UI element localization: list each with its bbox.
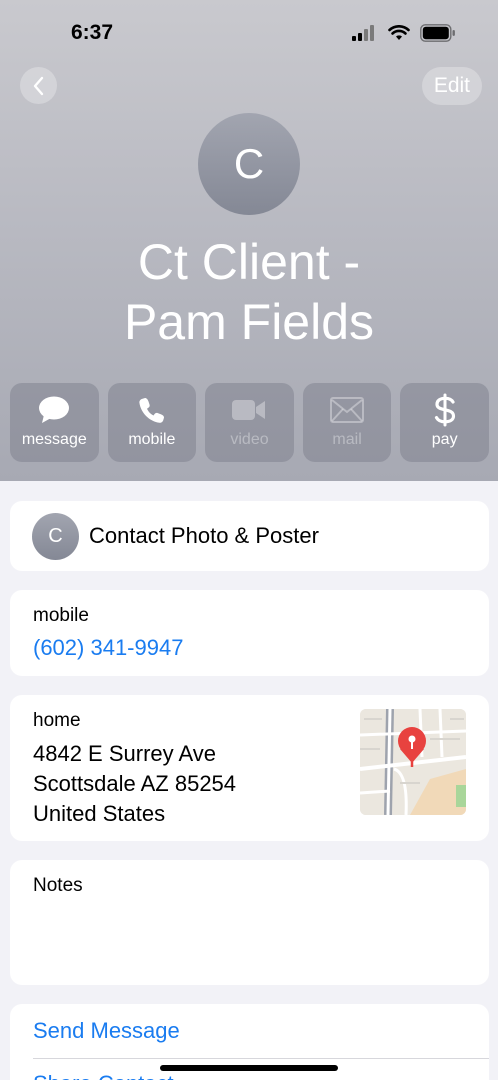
- battery-icon: [420, 24, 455, 42]
- video-action-button[interactable]: video: [205, 383, 294, 462]
- message-action-button[interactable]: message: [10, 383, 99, 462]
- notes-label: Notes: [33, 875, 83, 896]
- quick-actions: message mobile video mail pay: [10, 383, 489, 462]
- back-button[interactable]: [20, 67, 57, 104]
- share-contact-button[interactable]: Share Contact: [33, 1071, 174, 1080]
- video-action-label: video: [230, 431, 269, 448]
- contact-name-line-2: Pam Fields: [123, 294, 375, 350]
- address-line-2: Scottsdale AZ 85254: [33, 771, 237, 796]
- contact-avatar[interactable]: C: [198, 113, 300, 215]
- contact-name-line-1: Ct Client -: [137, 234, 361, 290]
- pay-action-button[interactable]: pay: [400, 383, 489, 462]
- address-label: home: [33, 710, 81, 731]
- cellular-signal-icon: [352, 25, 374, 41]
- edit-button[interactable]: Edit: [421, 67, 482, 105]
- address-line-1: 4842 E Surrey Ave: [33, 741, 217, 766]
- message-action-label: message: [21, 431, 87, 448]
- contact-photo-poster-label: Contact Photo & Poster: [89, 523, 319, 548]
- contact-avatar-small: C: [32, 513, 79, 560]
- pay-action-label: pay: [431, 431, 458, 448]
- phone-icon: [139, 398, 164, 423]
- phone-number-link[interactable]: (602) 341-9947: [33, 635, 183, 661]
- contact-header: 6:37 Edit C Ct Client - Pam Fields messa…: [0, 0, 498, 481]
- message-bubble-icon: [39, 396, 70, 423]
- status-icons: [352, 24, 456, 42]
- envelope-icon: [330, 397, 365, 423]
- notes-card[interactable]: Notes: [10, 860, 489, 985]
- map-thumbnail-icon: [360, 709, 466, 815]
- mobile-action-label: mobile: [128, 431, 176, 448]
- chevron-left-icon: [33, 76, 43, 95]
- status-time: 6:37: [71, 21, 114, 44]
- status-bar: 6:37: [0, 0, 498, 62]
- divider: [33, 1058, 489, 1059]
- mobile-action-button[interactable]: mobile: [107, 383, 197, 462]
- home-indicator[interactable]: [160, 1065, 338, 1071]
- dollar-icon: [434, 393, 455, 427]
- phone-card: mobile (602) 341-9947: [10, 590, 489, 676]
- contact-photo-poster-row[interactable]: C Contact Photo & Poster: [10, 501, 489, 571]
- address-line-3: United States: [33, 801, 166, 826]
- address-map-thumbnail[interactable]: [360, 709, 466, 815]
- send-message-button[interactable]: Send Message: [33, 1018, 180, 1044]
- video-camera-icon: [232, 400, 266, 420]
- address-card[interactable]: home 4842 E Surrey Ave Scottsdale AZ 852…: [10, 695, 489, 841]
- phone-label: mobile: [33, 605, 89, 626]
- mail-action-label: mail: [332, 431, 362, 448]
- mail-action-button[interactable]: mail: [302, 383, 392, 462]
- contact-name: Ct Client - Pam Fields: [0, 232, 498, 352]
- wifi-icon: [388, 25, 410, 40]
